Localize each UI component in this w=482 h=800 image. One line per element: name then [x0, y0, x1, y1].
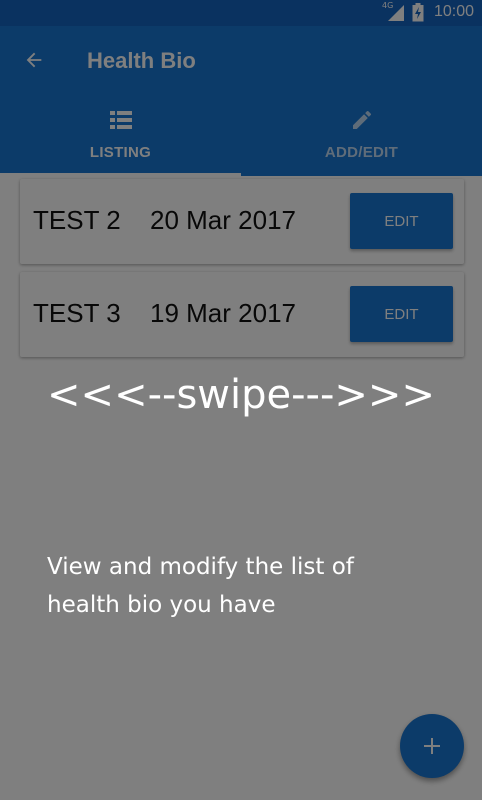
tutorial-overlay[interactable]: <<<--swipe--->>> View and modify the lis…	[0, 0, 482, 800]
overlay-description: View and modify the list of health bio y…	[47, 554, 354, 618]
swipe-hint: <<<--swipe--->>>	[47, 372, 435, 418]
screen: 4G 10:00 Health Bio	[0, 0, 482, 800]
